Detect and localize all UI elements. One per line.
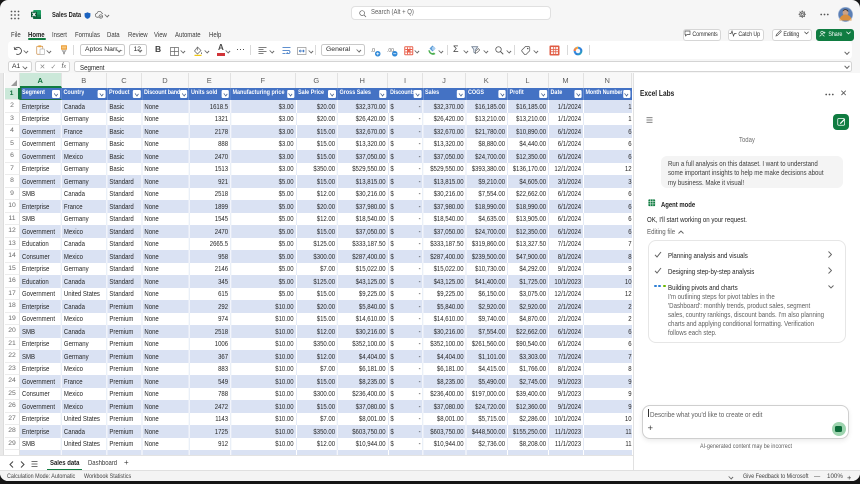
svg-text:.0: .0 — [371, 48, 376, 54]
